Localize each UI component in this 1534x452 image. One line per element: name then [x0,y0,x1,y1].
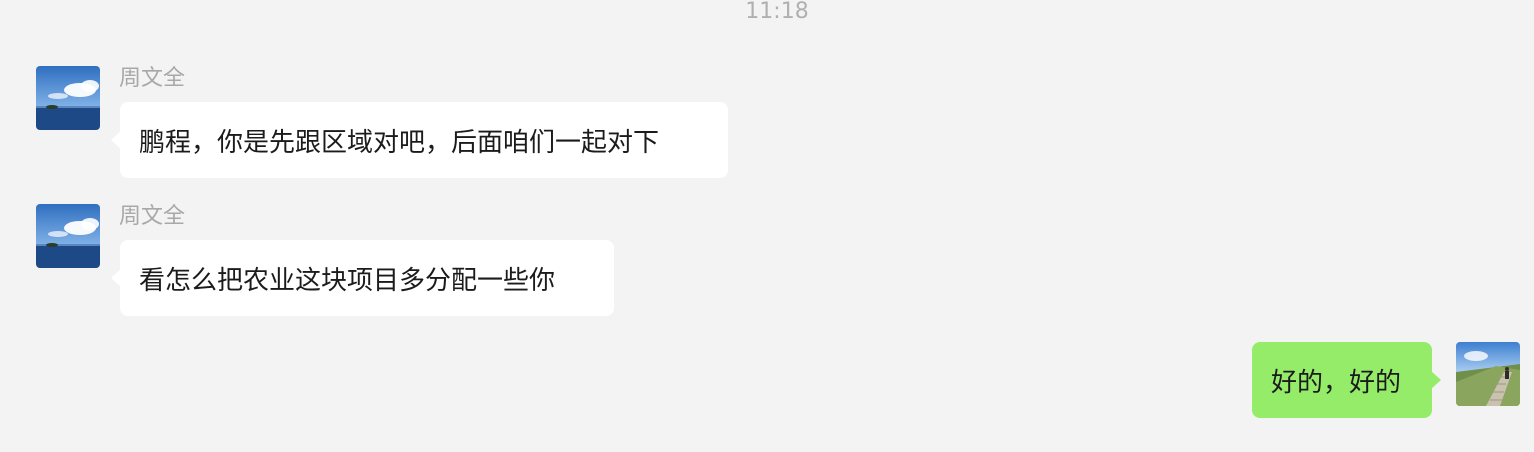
sender-avatar[interactable] [36,66,100,130]
message-text: 好的，好的 [1271,367,1402,398]
sea-sky-avatar-image [36,66,100,130]
message-bubble-incoming[interactable]: 鹏程，你是先跟区域对吧，后面咱们一起对下 [111,102,728,178]
sender-name: 周文全 [119,66,186,91]
message-timestamp: 11:18 [745,0,809,24]
sender-avatar[interactable] [36,204,100,268]
self-avatar[interactable] [1456,342,1520,406]
message-text: 看怎么把农业这块项目多分配一些你 [139,265,556,296]
sea-sky-avatar-image [36,204,100,268]
message-bubble-incoming[interactable]: 看怎么把农业这块项目多分配一些你 [111,240,614,316]
sender-name: 周文全 [119,204,186,229]
hiking-stairs-avatar-image [1456,342,1520,406]
message-text: 鹏程，你是先跟区域对吧，后面咱们一起对下 [139,127,660,158]
message-bubble-outgoing[interactable]: 好的，好的 [1252,342,1441,418]
